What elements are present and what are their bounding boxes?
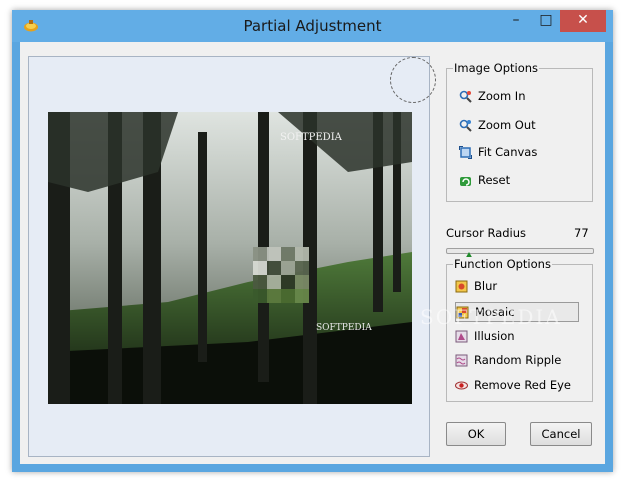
blur-label: Blur xyxy=(474,279,498,293)
zoom-in-button[interactable]: Zoom In xyxy=(459,85,526,107)
mosaic-region xyxy=(253,247,309,303)
zoom-out-button[interactable]: Zoom Out xyxy=(459,114,536,136)
dialog-window: Partial Adjustment – □ ✕ SOFTPEDIA SOFTP… xyxy=(12,10,613,472)
minimize-button[interactable]: – xyxy=(502,10,530,32)
image-options-legend: Image Options xyxy=(453,61,540,75)
illusion-label: Illusion xyxy=(474,329,515,343)
random-ripple-label: Random Ripple xyxy=(474,353,562,367)
preview-image[interactable]: SOFTPEDIA SOFTPEDIA xyxy=(48,112,412,404)
blur-option[interactable]: Blur xyxy=(455,277,497,295)
svg-text:SOFTPEDIA: SOFTPEDIA xyxy=(280,132,343,143)
maximize-button[interactable]: □ xyxy=(532,10,560,32)
zoom-in-icon xyxy=(459,90,472,103)
reset-label: Reset xyxy=(478,173,511,187)
cursor-radius-value: 77 xyxy=(574,226,589,240)
ok-button[interactable]: OK xyxy=(446,422,506,446)
random-ripple-option[interactable]: Random Ripple xyxy=(455,351,561,369)
fit-canvas-button[interactable]: Fit Canvas xyxy=(458,141,538,163)
function-options-group: Function Options Blur Mosaic Illusion Ra… xyxy=(446,257,593,402)
remove-red-eye-option[interactable]: Remove Red Eye xyxy=(455,376,571,394)
random-ripple-icon xyxy=(455,354,468,367)
cursor-radius-label: Cursor Radius xyxy=(446,226,527,240)
cursor-radius-indicator xyxy=(390,57,436,103)
zoom-out-icon xyxy=(459,119,472,132)
image-options-group: Image Options Zoom In Zoom Out Fit Canva… xyxy=(446,61,593,202)
zoom-in-label: Zoom In xyxy=(478,89,526,103)
fit-canvas-label: Fit Canvas xyxy=(478,145,538,159)
svg-text:SOFTPEDIA: SOFTPEDIA xyxy=(316,323,372,333)
dialog-client: SOFTPEDIA SOFTPEDIA Image Options Zoom I… xyxy=(20,42,605,464)
function-options-legend: Function Options xyxy=(453,257,552,271)
softpedia-watermark: SOFTPEDIA xyxy=(420,305,562,329)
preview-canvas[interactable]: SOFTPEDIA SOFTPEDIA xyxy=(28,56,436,457)
illusion-icon xyxy=(455,330,468,343)
title-bar[interactable]: Partial Adjustment – □ ✕ xyxy=(12,10,613,42)
cancel-button[interactable]: Cancel xyxy=(530,422,592,446)
close-button[interactable]: ✕ xyxy=(560,10,606,32)
forest-image: SOFTPEDIA SOFTPEDIA xyxy=(48,112,412,404)
reset-icon xyxy=(459,174,472,187)
remove-red-eye-label: Remove Red Eye xyxy=(474,378,571,392)
remove-red-eye-icon xyxy=(455,379,468,392)
blur-icon xyxy=(455,280,468,293)
zoom-out-label: Zoom Out xyxy=(478,118,536,132)
reset-button[interactable]: Reset xyxy=(459,169,510,191)
illusion-option[interactable]: Illusion xyxy=(455,327,515,345)
fit-canvas-icon xyxy=(458,144,473,160)
